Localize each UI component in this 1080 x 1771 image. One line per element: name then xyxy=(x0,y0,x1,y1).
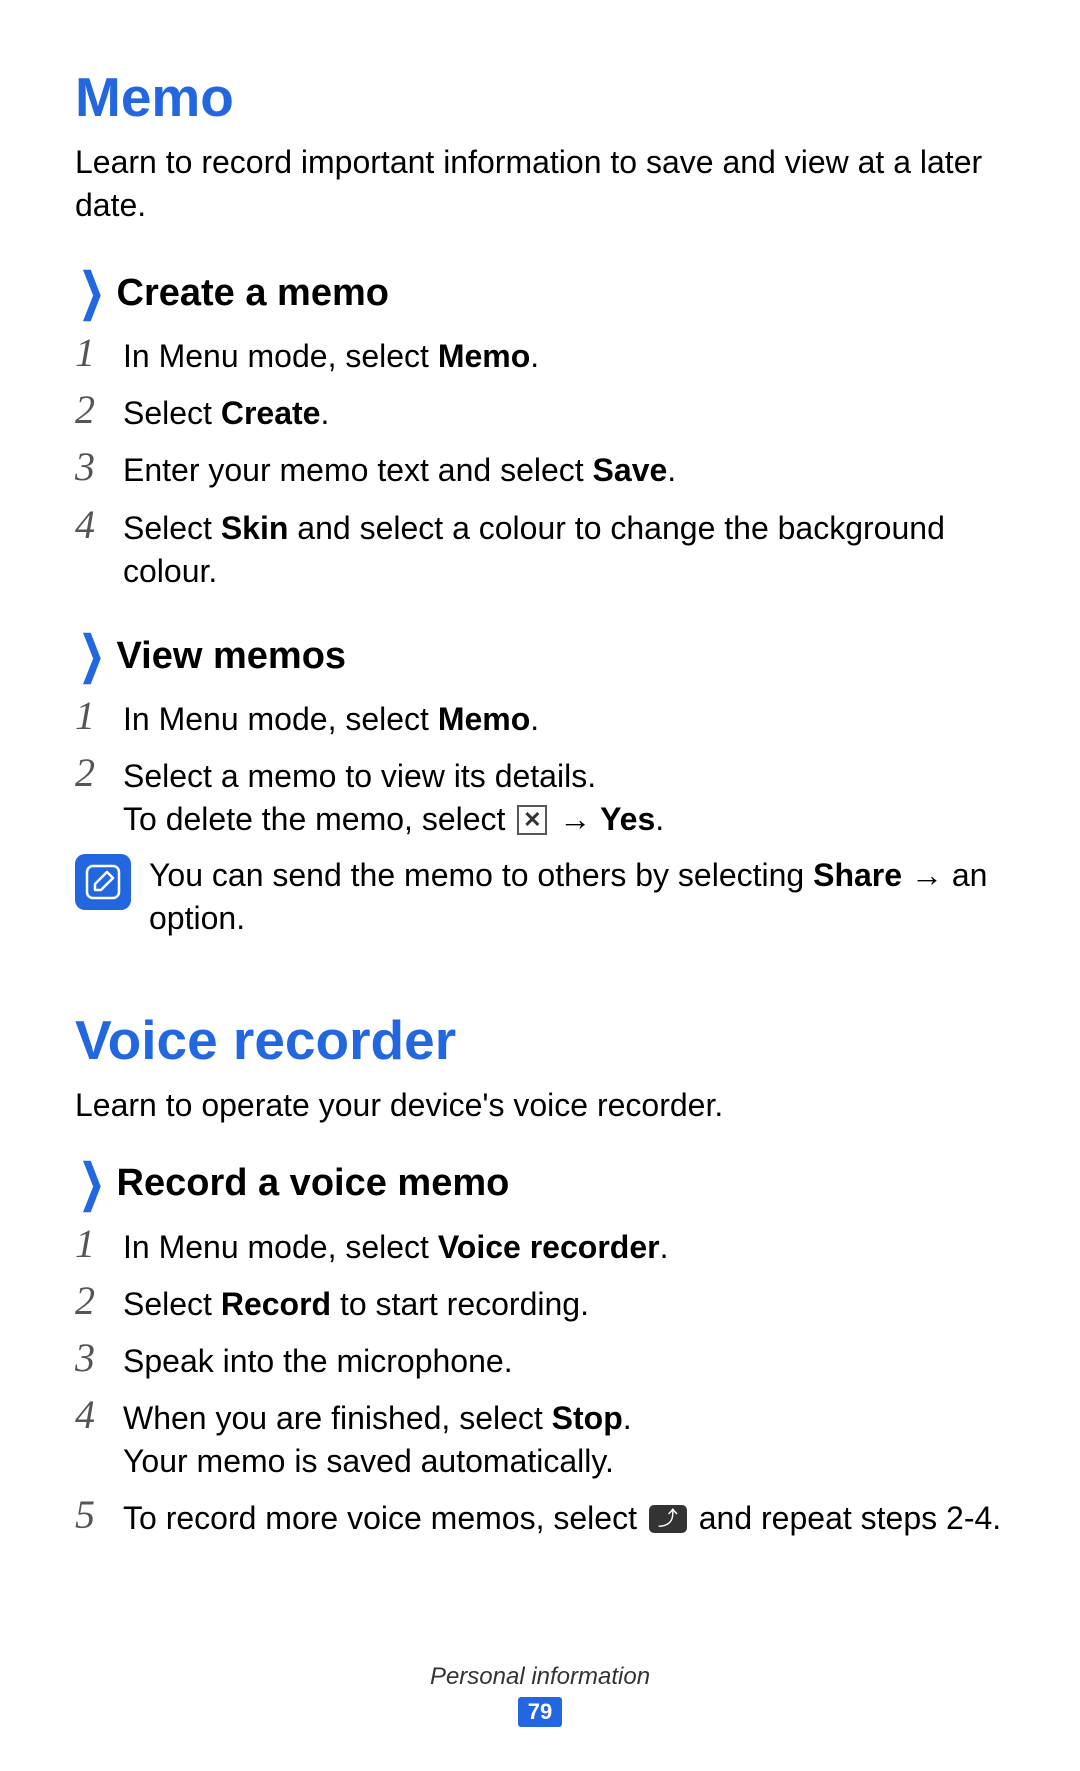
step: 2 Select Create. xyxy=(75,388,1005,435)
step-text: Select Create. xyxy=(123,388,1005,435)
step-number: 1 xyxy=(75,1222,123,1266)
step-text: In Menu mode, select Memo. xyxy=(123,694,1005,741)
step-text: Speak into the microphone. xyxy=(123,1336,1005,1383)
step: 2 Select a memo to view its details. To … xyxy=(75,751,1005,841)
subhead-label: Record a voice memo xyxy=(117,1162,510,1205)
chevron-icon: ❯ xyxy=(79,263,104,321)
step: 4 When you are finished, select Stop. Yo… xyxy=(75,1393,1005,1483)
step-text: Select Skin and select a colour to chang… xyxy=(123,503,1005,593)
step-text: Select Record to start recording. xyxy=(123,1279,1005,1326)
subhead-label: Create a memo xyxy=(117,272,389,315)
section-title-memo: Memo xyxy=(75,65,1005,129)
memo-intro: Learn to record important information to… xyxy=(75,141,1005,226)
step-number: 2 xyxy=(75,1279,123,1323)
section-title-voice-recorder: Voice recorder xyxy=(75,1008,1005,1072)
page-footer: Personal information 79 xyxy=(0,1663,1080,1727)
delete-x-icon: ✕ xyxy=(517,805,547,835)
note: You can send the memo to others by selec… xyxy=(75,854,1005,940)
step-text: In Menu mode, select Memo. xyxy=(123,331,1005,378)
subhead-record-voice: ❯ Record a voice memo xyxy=(75,1161,1005,1207)
step-number: 2 xyxy=(75,388,123,432)
step-text: In Menu mode, select Voice recorder. xyxy=(123,1222,1005,1269)
step: 5 To record more voice memos, select ⤴ a… xyxy=(75,1493,1005,1540)
subhead-label: View memos xyxy=(117,635,347,678)
step: 3 Speak into the microphone. xyxy=(75,1336,1005,1383)
subhead-view-memos: ❯ View memos xyxy=(75,633,1005,679)
chevron-icon: ❯ xyxy=(79,1154,104,1212)
step-text: Enter your memo text and select Save. xyxy=(123,445,1005,492)
step-number: 4 xyxy=(75,503,123,547)
step: 4 Select Skin and select a colour to cha… xyxy=(75,503,1005,593)
page-number: 79 xyxy=(518,1697,562,1727)
subhead-create-memo: ❯ Create a memo xyxy=(75,270,1005,316)
step-number: 4 xyxy=(75,1393,123,1437)
step-number: 1 xyxy=(75,694,123,738)
step: 3 Enter your memo text and select Save. xyxy=(75,445,1005,492)
step-number: 3 xyxy=(75,445,123,489)
step: 1 In Menu mode, select Voice recorder. xyxy=(75,1222,1005,1269)
step: 1 In Menu mode, select Memo. xyxy=(75,694,1005,741)
voice-intro: Learn to operate your device's voice rec… xyxy=(75,1084,1005,1127)
chevron-icon: ❯ xyxy=(79,626,104,684)
step-number: 3 xyxy=(75,1336,123,1380)
step: 1 In Menu mode, select Memo. xyxy=(75,331,1005,378)
note-icon xyxy=(75,854,131,910)
step-text: To record more voice memos, select ⤴ and… xyxy=(123,1493,1005,1540)
note-text: You can send the memo to others by selec… xyxy=(149,854,1005,940)
step-text: When you are finished, select Stop. Your… xyxy=(123,1393,1005,1483)
step: 2 Select Record to start recording. xyxy=(75,1279,1005,1326)
step-number: 1 xyxy=(75,331,123,375)
step-number: 2 xyxy=(75,751,123,795)
step-text: Select a memo to view its details. To de… xyxy=(123,751,1005,841)
pencil-icon xyxy=(83,862,123,902)
back-icon: ⤴ xyxy=(649,1505,687,1533)
step-number: 5 xyxy=(75,1493,123,1537)
footer-section-label: Personal information xyxy=(0,1663,1080,1691)
